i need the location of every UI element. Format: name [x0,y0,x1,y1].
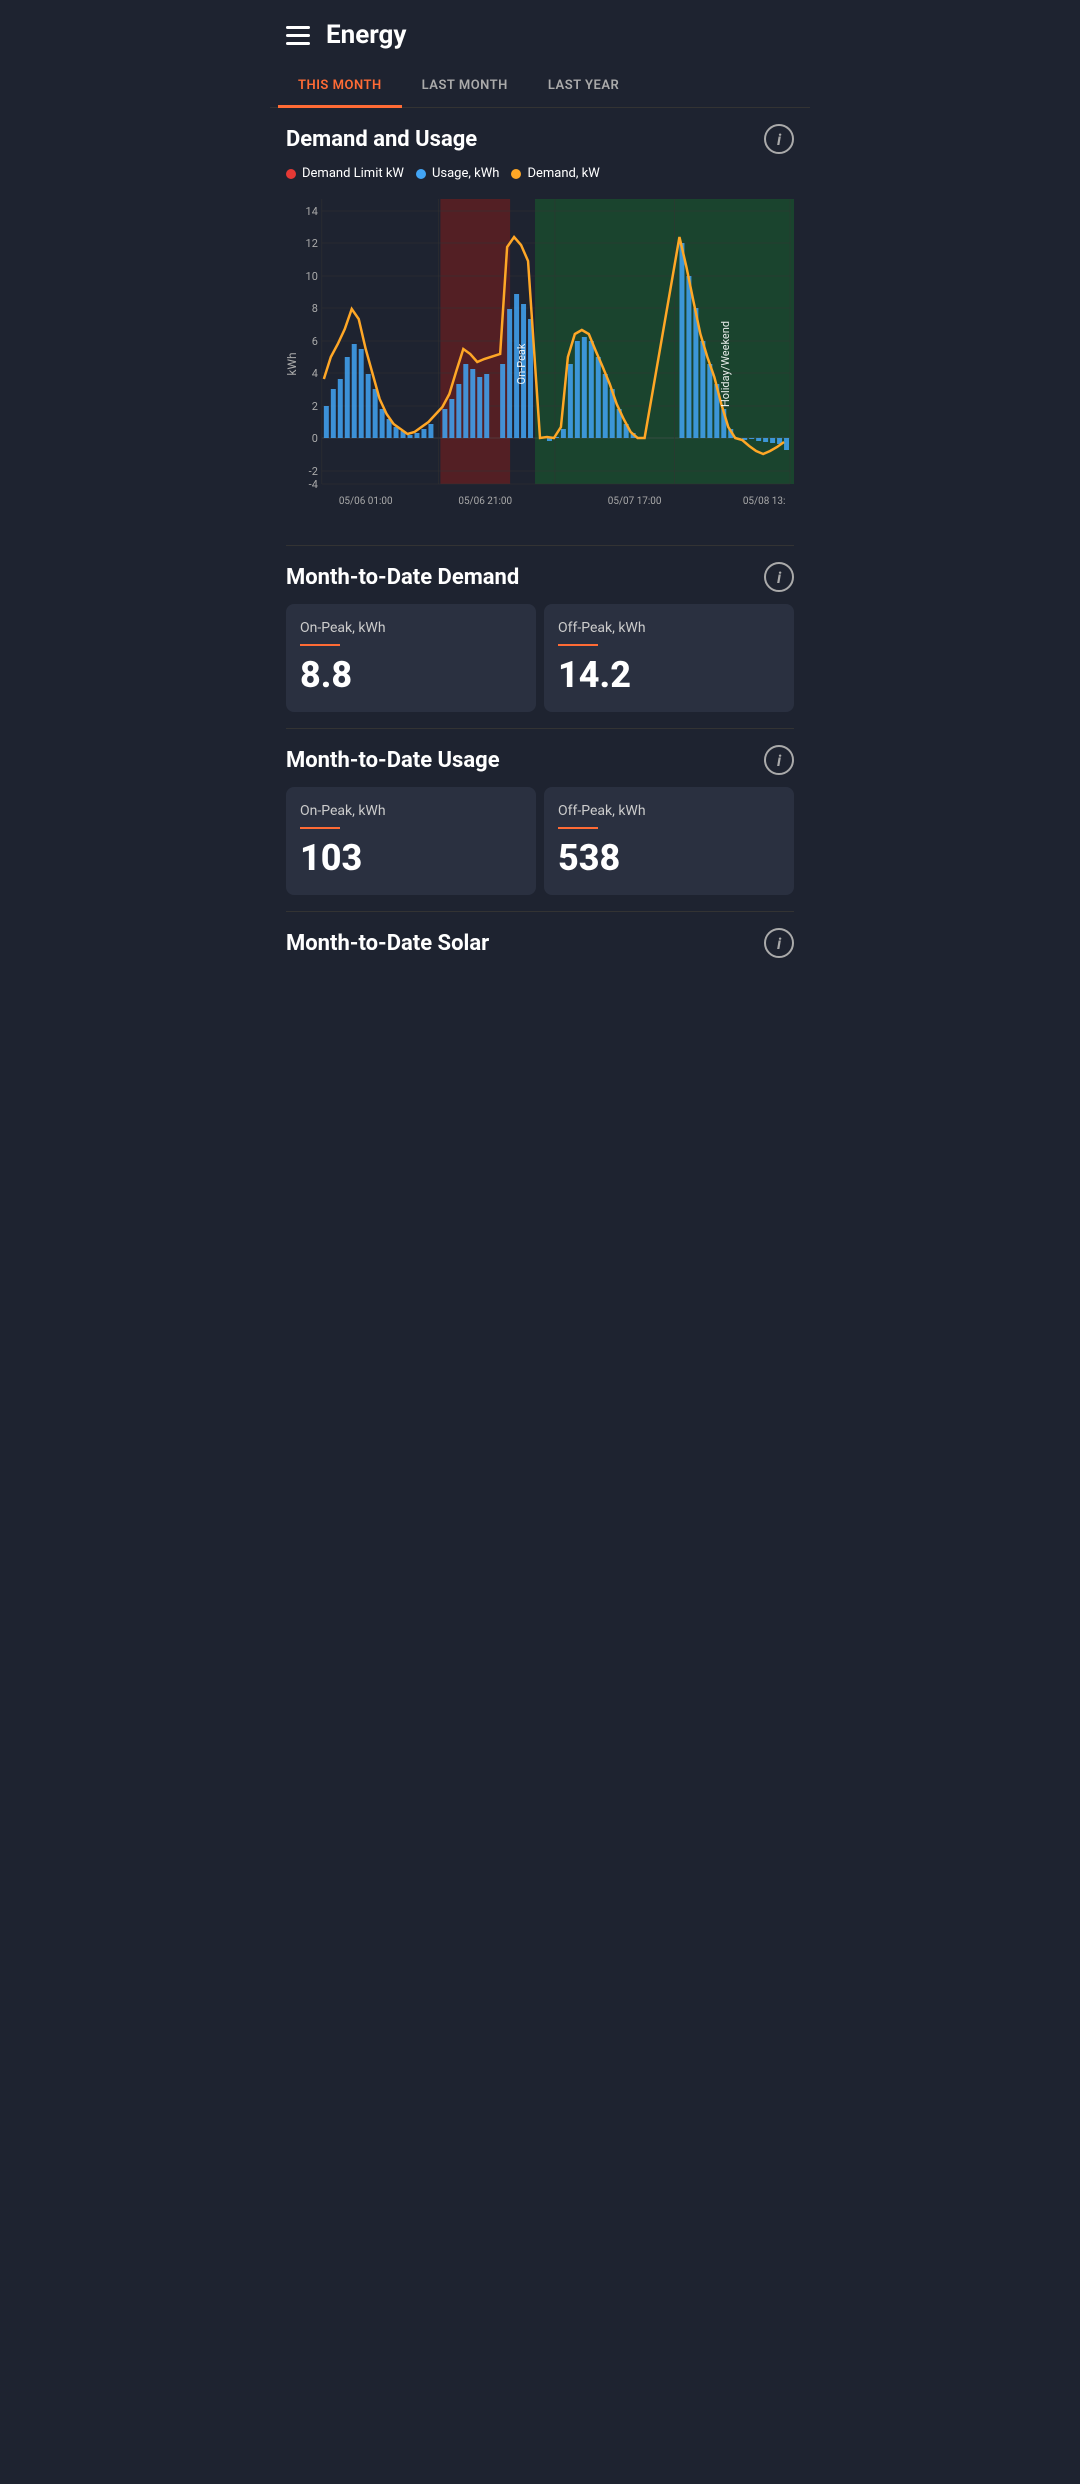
header: Energy [270,0,810,66]
demand-off-peak-divider [558,644,598,646]
demand-dot [511,169,521,179]
legend-demand: Demand, kW [511,166,599,181]
svg-text:12: 12 [306,237,318,250]
tab-last-month[interactable]: LAST MONTH [402,66,528,108]
demand-section-title: Month-to-Date Demand [286,565,519,590]
month-to-date-solar-section: Month-to-Date Solar i [270,912,810,986]
svg-text:On-Peak: On-Peak [515,343,528,384]
month-to-date-demand-section: Month-to-Date Demand i On-Peak, kWh 8.8 … [270,546,810,728]
svg-text:4: 4 [312,367,318,380]
svg-text:Holiday/Weekend: Holiday/Weekend [719,321,732,407]
svg-text:0: 0 [312,432,318,445]
svg-text:05/08 13:: 05/08 13: [743,496,786,507]
usage-off-peak-divider [558,827,598,829]
usage-info-button[interactable]: i [764,745,794,775]
svg-text:kWh: kWh [286,352,299,375]
usage-off-peak-label: Off-Peak, kWh [558,803,780,819]
solar-info-button[interactable]: i [764,928,794,958]
demand-usage-title: Demand and Usage [286,127,477,152]
usage-section-header: Month-to-Date Usage i [286,745,794,775]
demand-limit-label: Demand Limit kW [302,166,404,181]
demand-usage-header: Demand and Usage i [286,124,794,154]
tab-this-month[interactable]: THIS MONTH [278,66,402,108]
demand-off-peak-label: Off-Peak, kWh [558,620,780,636]
page-title: Energy [326,20,406,50]
usage-on-peak-label: On-Peak, kWh [300,803,522,819]
demand-cards: On-Peak, kWh 8.8 Off-Peak, kWh 14.2 [286,604,794,712]
tab-bar: THIS MONTH LAST MONTH LAST YEAR [270,66,810,108]
svg-text:8: 8 [312,302,318,315]
demand-on-peak-label: On-Peak, kWh [300,620,522,636]
svg-text:05/06 21:00: 05/06 21:00 [458,496,512,507]
usage-cards: On-Peak, kWh 103 Off-Peak, kWh 538 [286,787,794,895]
legend-demand-limit: Demand Limit kW [286,166,404,181]
menu-button[interactable] [286,26,310,45]
demand-usage-chart: 14 12 10 8 6 4 2 0 -2 -4 kWh [286,189,794,529]
demand-off-peak-card: Off-Peak, kWh 14.2 [544,604,794,712]
chart-legend: Demand Limit kW Usage, kWh Demand, kW [286,166,794,181]
usage-on-peak-divider [300,827,340,829]
svg-text:05/06 01:00: 05/06 01:00 [339,496,393,507]
demand-usage-info-button[interactable]: i [764,124,794,154]
usage-on-peak-value: 103 [300,837,522,879]
solar-section-header: Month-to-Date Solar i [286,928,794,958]
legend-usage: Usage, kWh [416,166,499,181]
demand-on-peak-value: 8.8 [300,654,522,696]
demand-limit-dot [286,169,296,179]
month-to-date-usage-section: Month-to-Date Usage i On-Peak, kWh 103 O… [270,729,810,911]
svg-text:-2: -2 [309,465,318,478]
usage-section-title: Month-to-Date Usage [286,748,500,773]
demand-off-peak-value: 14.2 [558,654,780,696]
svg-text:05/07 17:00: 05/07 17:00 [608,496,662,507]
demand-on-peak-divider [300,644,340,646]
svg-text:14: 14 [306,205,318,218]
svg-text:10: 10 [306,270,318,283]
demand-info-button[interactable]: i [764,562,794,592]
usage-off-peak-card: Off-Peak, kWh 538 [544,787,794,895]
demand-on-peak-card: On-Peak, kWh 8.8 [286,604,536,712]
svg-text:-4: -4 [309,478,318,491]
demand-section-header: Month-to-Date Demand i [286,562,794,592]
demand-usage-section: Demand and Usage i Demand Limit kW Usage… [270,108,810,545]
usage-off-peak-value: 538 [558,837,780,879]
usage-label: Usage, kWh [432,166,499,181]
demand-label: Demand, kW [527,166,599,181]
svg-text:6: 6 [312,335,318,348]
solar-section-title: Month-to-Date Solar [286,931,489,956]
tab-last-year[interactable]: LAST YEAR [528,66,639,108]
usage-dot [416,169,426,179]
usage-on-peak-card: On-Peak, kWh 103 [286,787,536,895]
svg-text:2: 2 [312,400,318,413]
